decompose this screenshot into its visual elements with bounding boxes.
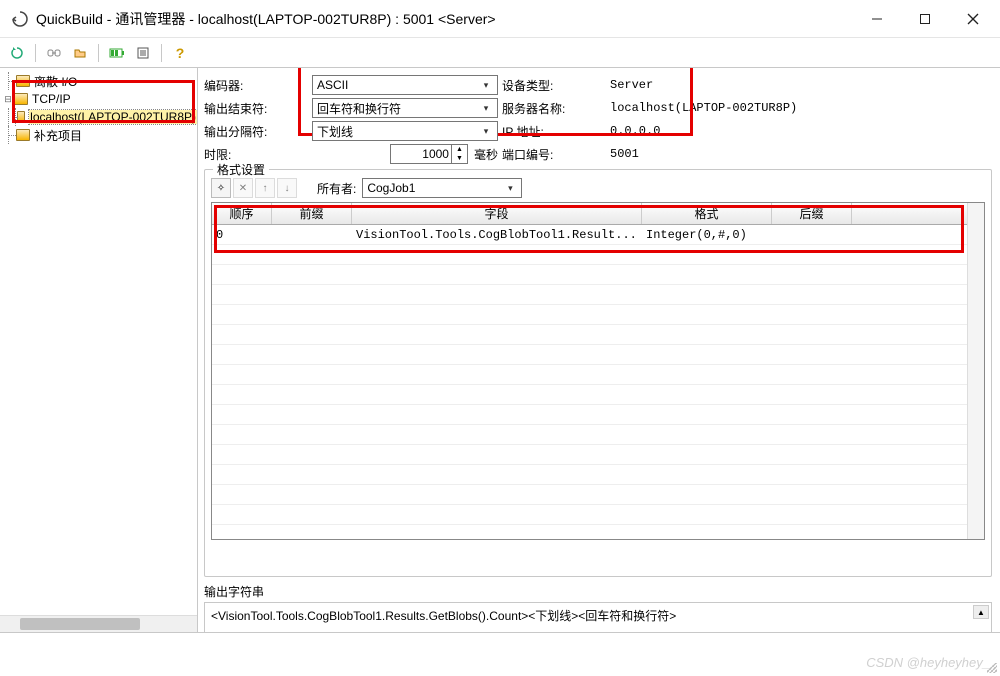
toolbar: ? [0, 38, 1000, 68]
chevron-down-icon: ▾ [477, 99, 495, 117]
tree-item-supplement[interactable]: 补充项目 [0, 126, 197, 144]
col-field[interactable]: 字段 [352, 203, 642, 224]
tree-item-localhost[interactable]: localhost(LAPTOP-002TUR8P) [0, 108, 197, 126]
encoder-combo[interactable]: ASCII ▾ [312, 75, 498, 95]
device-type-value: Server [610, 78, 653, 92]
server-name-value: localhost(LAPTOP-002TUR8P) [610, 101, 797, 115]
add-button[interactable]: ✧ [211, 178, 231, 198]
resize-handle[interactable] [984, 660, 998, 674]
sidebar: 离散 I/O ⊟ TCP/IP localhost(LAPTOP-002TUR8… [0, 68, 198, 632]
refresh-icon[interactable] [6, 42, 28, 64]
scroll-up-icon[interactable]: ▲ [973, 605, 989, 619]
content-panel: 编码器: ASCII ▾ 设备类型: Server 输出结束符: 回车符和换行符… [198, 68, 1000, 632]
folder-icon [16, 129, 30, 141]
port-value: 5001 [610, 147, 639, 161]
output-scrollbar[interactable]: ▲ ▼ [971, 603, 991, 632]
server-name-label: 服务器名称: [502, 100, 592, 117]
output-separator-label: 输出分隔符: [204, 123, 312, 140]
col-prefix[interactable]: 前缀 [272, 203, 352, 224]
output-terminator-label: 输出结束符: [204, 100, 312, 117]
window-title: QuickBuild - 通讯管理器 - localhost(LAPTOP-00… [36, 9, 854, 29]
owner-combo[interactable]: CogJob1 ▾ [362, 178, 522, 198]
col-order[interactable]: 顺序 [212, 203, 272, 224]
help-icon[interactable]: ? [169, 42, 191, 64]
chevron-down-icon: ▾ [477, 76, 495, 94]
main-area: 离散 I/O ⊟ TCP/IP localhost(LAPTOP-002TUR8… [0, 68, 1000, 632]
col-format[interactable]: 格式 [642, 203, 772, 224]
link-icon[interactable] [43, 42, 65, 64]
sidebar-scrollbar[interactable] [0, 615, 197, 632]
titlebar: QuickBuild - 通讯管理器 - localhost(LAPTOP-00… [0, 0, 1000, 38]
timeout-label: 时限: [204, 146, 312, 163]
minimize-button[interactable] [854, 4, 900, 34]
battery-icon[interactable] [106, 42, 128, 64]
open-icon[interactable] [69, 42, 91, 64]
output-string-box: <VisionTool.Tools.CogBlobTool1.Results.G… [204, 602, 992, 632]
move-down-button[interactable]: ↓ [277, 178, 297, 198]
maximize-button[interactable] [902, 4, 948, 34]
delete-button[interactable]: ✕ [233, 178, 253, 198]
group-title: 格式设置 [213, 161, 269, 178]
output-section: 输出字符串 <VisionTool.Tools.CogBlobTool1.Res… [204, 583, 992, 632]
ip-value: 0.0.0.0 [610, 124, 660, 138]
watermark: CSDN @heyheyhey_ [866, 655, 990, 670]
window-controls [854, 4, 996, 34]
tree-item-discrete-io[interactable]: 离散 I/O [0, 72, 197, 90]
list-icon[interactable] [132, 42, 154, 64]
app-icon [10, 9, 30, 29]
move-up-button[interactable]: ↑ [255, 178, 275, 198]
folder-icon [17, 111, 25, 123]
table-row[interactable]: 0 VisionTool.Tools.CogBlobTool1.Result..… [212, 225, 984, 245]
format-settings-group: 格式设置 ✧ ✕ ↑ ↓ 所有者: CogJob1 ▾ 顺序 前缀 字段 格式 [204, 169, 992, 577]
owner-label: 所有者: [317, 180, 356, 197]
table-header: 顺序 前缀 字段 格式 后缀 [212, 203, 984, 225]
format-table: 顺序 前缀 字段 格式 后缀 0 VisionTool.Tools.CogBlo… [211, 202, 985, 540]
output-label: 输出字符串 [204, 583, 992, 600]
timeout-unit: 毫秒 [474, 146, 498, 163]
encoder-label: 编码器: [204, 77, 312, 94]
output-separator-combo[interactable]: 下划线 ▾ [312, 121, 498, 141]
port-label: 端口编号: [502, 146, 592, 163]
chevron-down-icon: ▾ [501, 179, 519, 197]
tree: 离散 I/O ⊟ TCP/IP localhost(LAPTOP-002TUR8… [0, 72, 197, 144]
table-scrollbar[interactable] [967, 203, 984, 539]
timeout-spinner[interactable]: ▲▼ [452, 144, 468, 164]
folder-icon [14, 93, 28, 105]
chevron-down-icon: ▾ [477, 122, 495, 140]
output-terminator-combo[interactable]: 回车符和换行符 ▾ [312, 98, 498, 118]
ip-label: IP 地址: [502, 123, 592, 140]
folder-icon [16, 75, 30, 87]
col-suffix[interactable]: 后缀 [772, 203, 852, 224]
timeout-input[interactable] [390, 144, 452, 164]
close-button[interactable] [950, 4, 996, 34]
collapse-icon[interactable]: ⊟ [2, 94, 14, 105]
device-type-label: 设备类型: [502, 77, 592, 94]
tree-item-tcpip[interactable]: ⊟ TCP/IP [0, 90, 197, 108]
